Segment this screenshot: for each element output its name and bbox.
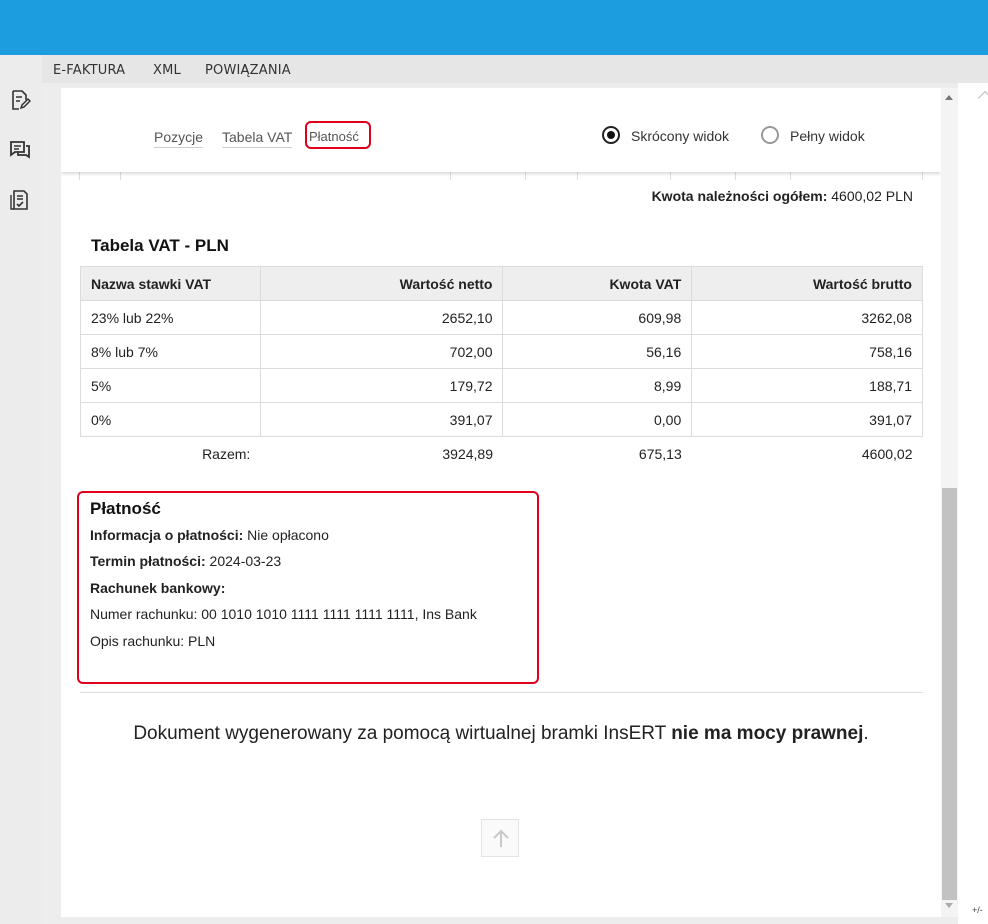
invoice-preview: Pozycje Tabela VAT Płatność Skrócony wid…: [61, 88, 941, 917]
total-cell: 675,13: [638, 445, 682, 462]
menu-xml[interactable]: XML: [153, 63, 181, 78]
edit-document-icon[interactable]: [9, 89, 31, 111]
menu-e-faktura[interactable]: E-FAKTURA: [53, 63, 125, 78]
scrollbar-thumb[interactable]: [942, 488, 957, 900]
menu-bar: E-FAKTURA XML POWIĄZANIA: [42, 55, 988, 83]
total-due: Kwota należności ogółem: 4600,02 PLN: [652, 188, 913, 204]
table-cell: 188,71: [691, 368, 923, 403]
tab-pozycje[interactable]: Pozycje: [154, 129, 204, 148]
total-due-label: Kwota należności ogółem:: [651, 188, 828, 204]
table-row: 5% 179,72 8,99 188,71: [80, 368, 923, 403]
radio-skrocony-label[interactable]: Skrócony widok: [631, 128, 729, 144]
tab-platnosc[interactable]: Płatność: [309, 129, 359, 146]
arrow-up-icon: [493, 829, 509, 847]
table-cell: 0,00: [502, 402, 693, 437]
table-cell: 702,00: [259, 334, 504, 369]
table-row: 0% 391,07 0,00 391,07: [80, 402, 923, 437]
payment-due: Termin płatności: 2024-03-23: [90, 553, 281, 569]
payment-title: Płatność: [90, 499, 161, 518]
scroll-to-top-button[interactable]: [481, 819, 519, 857]
document-check-icon[interactable]: [9, 189, 31, 211]
divider: [80, 692, 923, 693]
payment-info-label: Informacja o płatności:: [90, 527, 244, 543]
table-cell: 391,07: [259, 402, 504, 437]
scroll-up-icon[interactable]: [945, 95, 953, 100]
table-cell: 179,72: [259, 368, 504, 403]
disclaimer-bold: nie ma mocy prawnej: [671, 723, 864, 744]
section-nav-header: Pozycje Tabela VAT Płatność Skrócony wid…: [61, 88, 941, 172]
payment-info-value: Nie opłacono: [247, 527, 329, 543]
table-cell: 8% lub 7%: [80, 334, 261, 369]
right-panel: +/-: [958, 83, 988, 924]
table-total-row: Razem: 3924,89 675,13 4600,02: [81, 437, 923, 471]
table-cell: 5%: [80, 368, 261, 403]
bank-account-label: Rachunek bankowy:: [90, 580, 226, 596]
disclaimer: Dokument wygenerowany za pomocą wirtualn…: [61, 723, 941, 745]
chevron-up-icon[interactable]: [977, 90, 988, 106]
payment-due-label: Termin płatności:: [90, 553, 206, 569]
radio-pelny[interactable]: [761, 126, 779, 144]
total-cell: 3924,89: [442, 445, 493, 462]
table-row: 8% lub 7% 702,00 56,16 758,16: [80, 334, 923, 369]
payment-info: Informacja o płatności: Nie opłacono: [90, 527, 329, 543]
table-cell: 609,98: [502, 300, 693, 335]
total-label: Razem:: [202, 445, 251, 462]
positions-table-edge: [79, 172, 923, 180]
corner-label: +/-: [972, 905, 983, 915]
col-header: Nazwa stawki VAT: [80, 266, 261, 301]
app-titlebar: [0, 0, 988, 55]
disclaimer-text: Dokument wygenerowany za pomocą wirtualn…: [133, 723, 672, 744]
radio-skrocony[interactable]: [602, 126, 620, 144]
table-row: 23% lub 22% 2652,10 609,98 3262,08: [80, 300, 923, 335]
scroll-down-icon[interactable]: [945, 903, 953, 908]
table-cell: 2652,10: [259, 300, 504, 335]
radio-pelny-label[interactable]: Pełny widok: [790, 128, 865, 144]
left-sidebar: [0, 55, 42, 924]
account-description: Opis rachunku: PLN: [90, 633, 216, 649]
total-cell: 4600,02: [861, 445, 913, 462]
menu-powiazania[interactable]: POWIĄZANIA: [205, 63, 291, 78]
account-number: Numer rachunku: 00 1010 1010 1111 1111 1…: [90, 606, 477, 622]
table-cell: 8,99: [502, 368, 693, 403]
col-header: Kwota VAT: [502, 266, 693, 301]
col-header: Wartość brutto: [691, 266, 923, 301]
total-due-value: 4600,02 PLN: [831, 188, 913, 204]
disclaimer-end: .: [863, 723, 869, 744]
vertical-scrollbar[interactable]: [941, 88, 958, 917]
vat-table: Nazwa stawki VAT Wartość netto Kwota VAT…: [80, 266, 923, 471]
col-header: Wartość netto: [259, 266, 504, 301]
table-cell: 23% lub 22%: [80, 300, 261, 335]
vat-table-title: Tabela VAT - PLN: [91, 236, 229, 255]
table-cell: 0%: [80, 402, 261, 437]
table-cell: 758,16: [691, 334, 923, 369]
tab-tabela-vat[interactable]: Tabela VAT: [222, 129, 293, 148]
table-cell: 3262,08: [691, 300, 923, 335]
table-cell: 56,16: [502, 334, 693, 369]
payment-due-value: 2024-03-23: [209, 553, 282, 569]
table-header-row: Nazwa stawki VAT Wartość netto Kwota VAT…: [80, 266, 923, 301]
comments-icon[interactable]: [9, 139, 31, 161]
table-cell: 391,07: [691, 402, 923, 437]
